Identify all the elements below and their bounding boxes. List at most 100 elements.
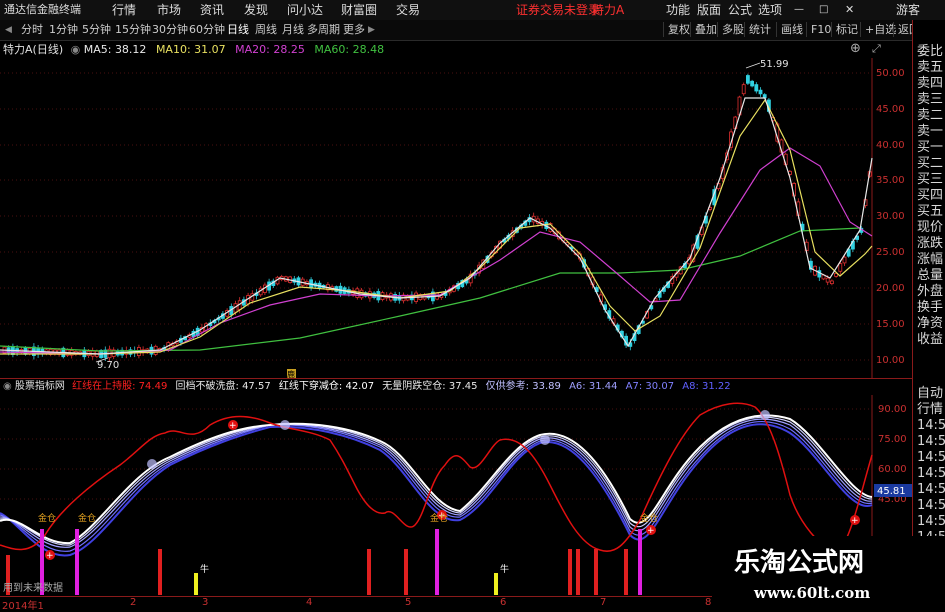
- candle: [825, 277, 830, 283]
- app-title: 通达信金融终端: [4, 3, 81, 16]
- side-label: 卖四: [917, 76, 944, 91]
- y-tick: 35.00: [876, 175, 905, 186]
- candle: [758, 89, 763, 95]
- chart-title: 特力A(日线): [3, 43, 64, 56]
- menu-zixun[interactable]: 资讯: [200, 0, 224, 20]
- period-15min[interactable]: 15分钟: [115, 20, 151, 40]
- gold-label: 金仓: [640, 512, 658, 524]
- event-marker-text: 鹿: [287, 369, 295, 378]
- period-day[interactable]: 日线: [227, 20, 249, 40]
- btn-fuquan[interactable]: 复权: [663, 22, 690, 37]
- watermark-url: www.60lt.com: [754, 584, 871, 602]
- ind-label-4: 无量阴跌空仓:: [382, 381, 449, 392]
- menu-caifuquan[interactable]: 财富圈: [341, 0, 377, 20]
- gold-label: 金仓: [38, 512, 56, 524]
- x-tick: 8: [705, 597, 712, 608]
- expand-icon[interactable]: ⤢: [872, 42, 881, 56]
- ma-info-bar: 特力A(日线) ◉ MA5: 38.12 MA10: 31.07 MA20: 2…: [3, 42, 843, 58]
- niu-label: 牛: [500, 563, 509, 575]
- x-tick: 2: [130, 597, 137, 608]
- side-label: 买四: [917, 188, 944, 203]
- ind-value-1: 74.49: [138, 381, 168, 392]
- settings-icon[interactable]: ◉: [71, 43, 81, 56]
- minimize-icon[interactable]: —: [794, 0, 804, 20]
- low-label: 9.70: [97, 360, 119, 371]
- side-label: 卖三: [917, 92, 944, 107]
- btn-tongji[interactable]: 统计: [744, 22, 771, 37]
- gold-label: 金仓: [78, 512, 96, 524]
- y-tick: 25.00: [876, 247, 905, 258]
- period-multi[interactable]: 多周期: [307, 20, 340, 40]
- candle: [754, 84, 759, 92]
- ind-value-2: 47.57: [242, 381, 271, 392]
- menu-gongneng[interactable]: 功能: [666, 0, 690, 20]
- side-label: 收益: [917, 332, 944, 347]
- ma20-label: MA20:: [235, 43, 274, 56]
- candle: [830, 280, 834, 285]
- menu-wenxiaoda[interactable]: 问小达: [287, 0, 323, 20]
- candles: [2, 73, 872, 362]
- y-tick: 30.00: [876, 211, 905, 222]
- menu-hangqing[interactable]: 行情: [112, 0, 136, 20]
- svg-text:+: +: [851, 516, 859, 526]
- period-1min[interactable]: 1分钟: [49, 20, 78, 40]
- indicator-settings-icon[interactable]: ◉: [3, 381, 12, 392]
- candle: [741, 84, 746, 95]
- guest-label[interactable]: 游客: [896, 0, 920, 20]
- side-label: 买五: [917, 204, 944, 219]
- ind-label-1: 红线在上持股:: [72, 381, 139, 392]
- period-fenshi[interactable]: 分时: [21, 20, 43, 40]
- menu-faxian[interactable]: 发现: [244, 0, 268, 20]
- side-label: 外盘: [917, 284, 944, 299]
- y-tick: 10.00: [876, 355, 905, 366]
- x-tick: 5: [405, 597, 412, 608]
- menu-shichang[interactable]: 市场: [157, 0, 181, 20]
- btn-duogu[interactable]: 多股: [717, 22, 744, 37]
- y-tick: 20.00: [876, 283, 905, 294]
- period-month[interactable]: 月线: [282, 20, 304, 40]
- indicator-name[interactable]: 股票指标网: [15, 381, 65, 392]
- menu-xuanxiang[interactable]: 选项: [758, 0, 782, 20]
- side-label: 卖五: [917, 60, 944, 75]
- menu-banmian[interactable]: 版面: [697, 0, 721, 20]
- ind-label-2: 回档不破洗盘:: [175, 381, 243, 392]
- ma10-label: MA10:: [155, 43, 195, 56]
- ma10-value: 31.07: [194, 43, 226, 56]
- menu-gongshi[interactable]: 公式: [728, 0, 752, 20]
- high-label: 51.99: [760, 59, 789, 70]
- btn-f10[interactable]: F10: [806, 22, 831, 37]
- side-label: 买一: [917, 140, 944, 155]
- ind-label-6: A6:: [569, 381, 589, 392]
- period-30min[interactable]: 30分钟: [152, 20, 188, 40]
- login-warning[interactable]: 证券交易未登录: [516, 0, 600, 20]
- period-week[interactable]: 周线: [255, 20, 277, 40]
- arrow-left-icon[interactable]: ◀: [5, 20, 12, 40]
- btn-biaoji[interactable]: 标记: [831, 22, 858, 37]
- candle: [762, 94, 767, 99]
- watermark-title: 乐淘公式网: [734, 548, 865, 578]
- arrow-right-icon[interactable]: ▶: [368, 20, 375, 40]
- signal-bars: [6, 529, 642, 595]
- btn-zixuan[interactable]: +自选: [860, 22, 896, 37]
- menu-jiaoyi[interactable]: 交易: [396, 0, 420, 20]
- side-label: 14:5: [917, 498, 945, 513]
- period-60min[interactable]: 60分钟: [189, 20, 225, 40]
- side-label: 现价: [917, 220, 944, 235]
- candle: [750, 80, 754, 87]
- close-icon[interactable]: ✕: [845, 0, 854, 20]
- candle: [746, 75, 750, 84]
- niu-label: 牛: [200, 563, 209, 575]
- period-more[interactable]: 更多: [343, 20, 365, 40]
- maximize-icon[interactable]: □: [819, 0, 828, 20]
- ind-label-8: A8:: [682, 381, 703, 392]
- ma5-value: 38.12: [114, 43, 147, 56]
- ma5-line: [0, 97, 873, 355]
- side-label: 委比: [917, 44, 944, 59]
- svg-text:+: +: [229, 421, 237, 431]
- zoom-icon[interactable]: ⊕: [850, 41, 861, 56]
- x-tick: 7: [600, 597, 607, 608]
- period-toolbar: ◀ 分时 1分钟 5分钟 15分钟 30分钟 60分钟 日线 周线 月线 多周期…: [0, 20, 945, 41]
- period-5min[interactable]: 5分钟: [82, 20, 111, 40]
- btn-diejia[interactable]: 叠加: [690, 22, 717, 37]
- btn-huaxian[interactable]: 画线: [776, 22, 803, 37]
